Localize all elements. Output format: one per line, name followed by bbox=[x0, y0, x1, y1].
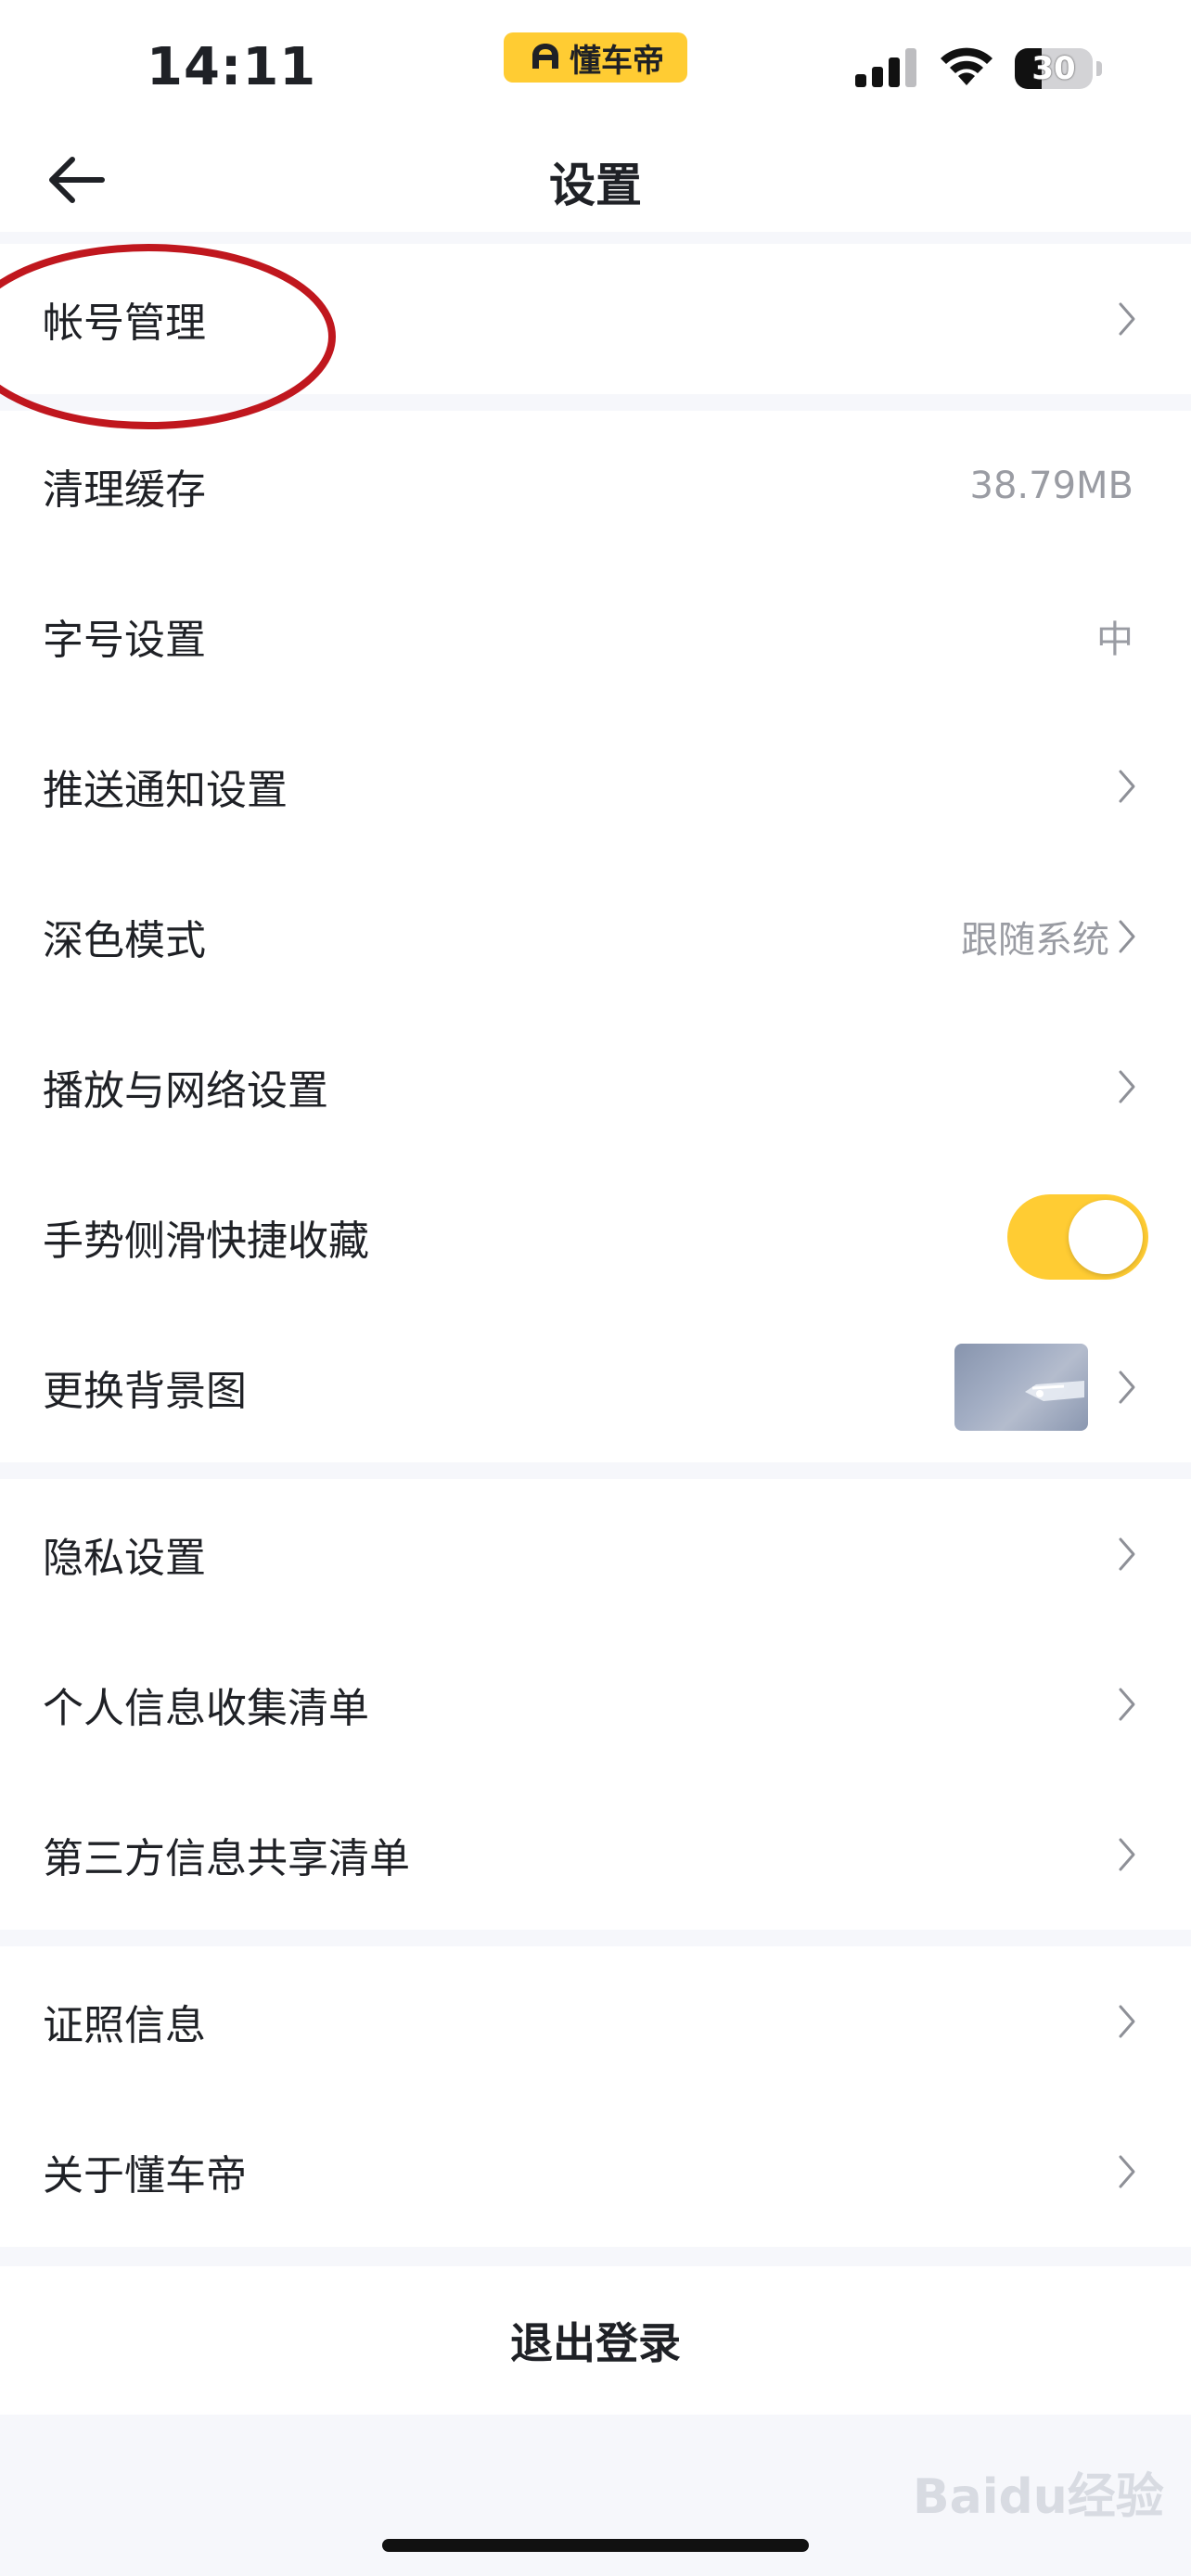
settings-item-label: 关于懂车帝 bbox=[43, 2152, 247, 2200]
settings-item-label: 帐号管理 bbox=[43, 300, 206, 347]
settings-item-label: 证照信息 bbox=[43, 2002, 206, 2049]
settings-item-account[interactable]: 帐号管理 bbox=[0, 244, 1191, 394]
settings-item-playback-network[interactable]: 播放与网络设置 bbox=[0, 1012, 1191, 1162]
wifi-icon bbox=[941, 47, 992, 85]
app-badge[interactable]: 懂车帝 bbox=[504, 32, 687, 83]
settings-group-privacy: 隐私设置 个人信息收集清单 第三方信息共享清单 bbox=[0, 1479, 1191, 1930]
page-title: 设置 bbox=[549, 159, 642, 212]
status-bar: 14:11 懂车帝 30 bbox=[0, 0, 1191, 130]
settings-item-licenses[interactable]: 证照信息 bbox=[0, 1946, 1191, 2097]
cellular-signal-icon bbox=[855, 48, 916, 87]
chevron-right-icon bbox=[1119, 920, 1135, 953]
settings-item-label: 字号设置 bbox=[43, 617, 206, 664]
chevron-right-icon bbox=[1119, 1371, 1135, 1404]
background-thumbnail bbox=[954, 1344, 1088, 1431]
baidu-watermark: Baidu经验 bbox=[913, 2469, 1164, 2525]
status-time: 14:11 bbox=[147, 37, 317, 97]
settings-item-label: 隐私设置 bbox=[43, 1535, 206, 1582]
logout-label: 退出登录 bbox=[510, 2318, 681, 2368]
background-preview-image bbox=[1025, 1381, 1084, 1401]
nav-bar: 设置 bbox=[0, 130, 1191, 232]
settings-item-label: 深色模式 bbox=[43, 917, 206, 964]
dongchedi-logo-icon bbox=[532, 44, 558, 69]
settings-group-account: 帐号管理 bbox=[0, 244, 1191, 394]
settings-item-label: 清理缓存 bbox=[43, 466, 206, 514]
battery-level: 30 bbox=[1031, 50, 1076, 87]
swipe-favorite-toggle[interactable] bbox=[1007, 1194, 1148, 1280]
chevron-right-icon bbox=[1119, 1838, 1135, 1871]
settings-item-push-notifications[interactable]: 推送通知设置 bbox=[0, 711, 1191, 861]
settings-item-label: 手势侧滑快捷收藏 bbox=[43, 1218, 369, 1265]
settings-item-privacy[interactable]: 隐私设置 bbox=[0, 1479, 1191, 1629]
battery-tip bbox=[1096, 61, 1102, 76]
home-indicator[interactable] bbox=[382, 2539, 809, 2552]
toggle-knob bbox=[1069, 1200, 1143, 1274]
settings-item-label: 个人信息收集清单 bbox=[43, 1685, 369, 1732]
settings-item-swipe-favorite: 手势侧滑快捷收藏 bbox=[0, 1162, 1191, 1312]
chevron-right-icon bbox=[1119, 2005, 1135, 2038]
chevron-right-icon bbox=[1119, 1688, 1135, 1721]
settings-item-label: 第三方信息共享清单 bbox=[43, 1835, 410, 1882]
settings-item-third-party-list[interactable]: 第三方信息共享清单 bbox=[0, 1779, 1191, 1930]
logout-button[interactable]: 退出登录 bbox=[0, 2266, 1191, 2415]
settings-group-about: 证照信息 关于懂车帝 bbox=[0, 1946, 1191, 2247]
settings-item-personal-info-list[interactable]: 个人信息收集清单 bbox=[0, 1629, 1191, 1779]
app-badge-label: 懂车帝 bbox=[570, 42, 664, 80]
settings-item-font-size[interactable]: 字号设置 中 bbox=[0, 561, 1191, 711]
chevron-right-icon bbox=[1119, 302, 1135, 336]
settings-item-about[interactable]: 关于懂车帝 bbox=[0, 2097, 1191, 2247]
chevron-right-icon bbox=[1119, 770, 1135, 803]
settings-item-label: 更换背景图 bbox=[43, 1368, 247, 1415]
chevron-right-icon bbox=[1119, 1537, 1135, 1571]
dark-mode-value: 跟随系统 bbox=[961, 919, 1109, 962]
cache-size-value: 38.79MB bbox=[969, 465, 1133, 507]
settings-item-dark-mode[interactable]: 深色模式 跟随系统 bbox=[0, 861, 1191, 1012]
settings-group-general: 清理缓存 38.79MB 字号设置 中 推送通知设置 深色模式 跟随系统 播放与… bbox=[0, 411, 1191, 1462]
settings-item-label: 推送通知设置 bbox=[43, 767, 288, 814]
battery-icon: 30 bbox=[1015, 48, 1093, 89]
settings-item-label: 播放与网络设置 bbox=[43, 1067, 328, 1115]
chevron-right-icon bbox=[1119, 1070, 1135, 1103]
settings-item-change-background[interactable]: 更换背景图 bbox=[0, 1312, 1191, 1462]
settings-item-clear-cache[interactable]: 清理缓存 38.79MB bbox=[0, 411, 1191, 561]
font-size-value: 中 bbox=[1096, 618, 1133, 661]
chevron-right-icon bbox=[1119, 2155, 1135, 2188]
